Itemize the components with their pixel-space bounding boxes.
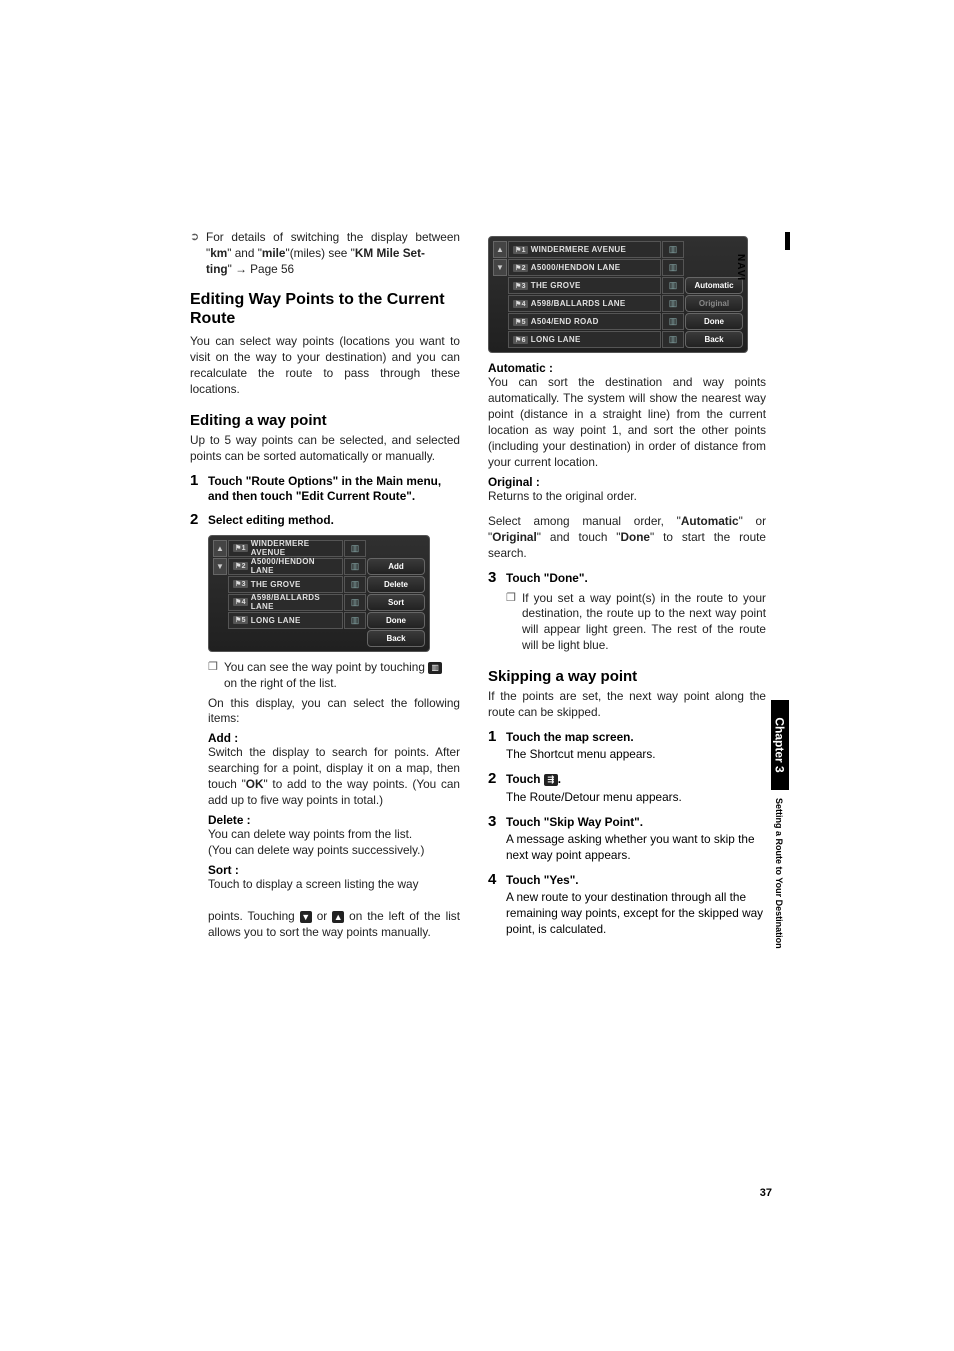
list-item[interactable]: ⚑3THE GROVE bbox=[508, 277, 661, 294]
side-tab-chapter: Chapter 3 bbox=[771, 700, 789, 790]
step-num-3: 3 bbox=[488, 814, 500, 829]
select-order-text: Select among manual order, "Automatic" o… bbox=[488, 514, 766, 562]
step-num-3: 3 bbox=[488, 570, 500, 585]
step-3: 3 Touch "Done". bbox=[488, 570, 766, 586]
sort-button[interactable]: Sort bbox=[367, 594, 425, 611]
list-item[interactable]: ⚑5A504/END ROAD bbox=[508, 313, 661, 330]
skipping-waypoint-body: If the points are set, the next way poin… bbox=[488, 689, 766, 721]
delete-button[interactable]: Delete bbox=[367, 576, 425, 593]
navi-label: NAVI bbox=[735, 254, 746, 304]
list-item[interactable]: ⚑6LONG LANE bbox=[508, 331, 661, 348]
map-icon[interactable]: ▥ bbox=[344, 612, 366, 629]
note-icon: ❐ bbox=[506, 591, 516, 655]
after-device-text: On this display, you can select the foll… bbox=[208, 696, 460, 728]
down-arrow-icon: ▼ bbox=[300, 911, 312, 923]
step-3-note: ❐ If you set a way point(s) in the route… bbox=[506, 591, 766, 655]
note-waypoint-touch: ❐ You can see the way point by touching … bbox=[208, 660, 460, 692]
add-body: Switch the display to search for points.… bbox=[208, 745, 460, 809]
scroll-up-icon[interactable]: ▲ bbox=[493, 241, 507, 258]
scroll-down-icon[interactable]: ▼ bbox=[493, 259, 507, 276]
route-detour-icon: ⇶ bbox=[544, 774, 558, 786]
step-num-2: 2 bbox=[488, 771, 500, 786]
done-button[interactable]: Done bbox=[685, 313, 743, 330]
add-button[interactable]: Add bbox=[367, 558, 425, 575]
editing-waypoints-body: You can select way points (locations you… bbox=[190, 334, 460, 398]
map-icon: ▥ bbox=[428, 662, 442, 674]
skip-step-3: 3 Touch "Skip Way Point". bbox=[488, 814, 766, 830]
skip-step-1-body: The Shortcut menu appears. bbox=[506, 747, 766, 763]
map-icon[interactable]: ▥ bbox=[344, 540, 366, 557]
step-num-4: 4 bbox=[488, 872, 500, 887]
step-num-1: 1 bbox=[190, 473, 202, 488]
chapter-label: Chapter 3 bbox=[773, 717, 787, 772]
page-number: 37 bbox=[760, 1187, 772, 1199]
done-button[interactable]: Done bbox=[367, 612, 425, 629]
skip-step-4: 4 Touch "Yes". bbox=[488, 872, 766, 888]
crossref-bullet: ➲ For details of switching the display b… bbox=[190, 230, 460, 278]
device-screenshot-edit-list: ▲ ⚑1WINDERMERE AVENUE ▥ ▼ ⚑2A5000/HENDON… bbox=[208, 535, 430, 652]
step-num-1: 1 bbox=[488, 729, 500, 744]
map-icon[interactable]: ▥ bbox=[344, 558, 366, 575]
step-2-title: Select editing method. bbox=[208, 513, 334, 528]
delete-label: Delete : bbox=[208, 813, 460, 827]
step-1-title: Touch "Route Options" in the Main menu, … bbox=[208, 474, 460, 505]
list-item[interactable]: ⚑3THE GROVE bbox=[228, 576, 343, 593]
skip-step-3-title: Touch "Skip Way Point". bbox=[506, 815, 643, 830]
list-item[interactable]: ⚑1WINDERMERE AVENUE bbox=[228, 540, 343, 557]
note-icon: ❐ bbox=[208, 660, 218, 692]
bullet-icon: ➲ bbox=[190, 230, 200, 278]
sort-label: Sort : bbox=[208, 863, 460, 877]
device-screenshot-sort-list: ▲ ⚑1WINDERMERE AVENUE ▥ ▼ ⚑2A5000/HENDON… bbox=[488, 236, 748, 353]
back-button[interactable]: Back bbox=[367, 630, 425, 647]
map-icon[interactable]: ▥ bbox=[662, 259, 684, 276]
original-label: Original : bbox=[488, 475, 766, 489]
skip-step-2-title: Touch ⇶. bbox=[506, 772, 561, 787]
list-item[interactable]: ⚑4A598/BALLARDS LANE bbox=[228, 594, 343, 611]
sort-body: Touch to display a screen listing the wa… bbox=[208, 877, 460, 941]
step-1: 1 Touch "Route Options" in the Main menu… bbox=[190, 473, 460, 505]
skip-step-1: 1 Touch the map screen. bbox=[488, 729, 766, 745]
delete-body: You can delete way points from the list.… bbox=[208, 827, 460, 859]
map-icon[interactable]: ▥ bbox=[344, 576, 366, 593]
automatic-label: Automatic : bbox=[488, 361, 766, 375]
step-2: 2 Select editing method. bbox=[190, 512, 460, 528]
back-button[interactable]: Back bbox=[685, 331, 743, 348]
scroll-up-icon[interactable]: ▲ bbox=[213, 540, 227, 557]
list-item[interactable]: ⚑5LONG LANE bbox=[228, 612, 343, 629]
side-subtitle: Setting a Route to Your Destination bbox=[774, 798, 786, 998]
scroll-down-icon[interactable]: ▼ bbox=[213, 558, 227, 575]
step-num-2: 2 bbox=[190, 512, 202, 527]
add-label: Add : bbox=[208, 731, 460, 745]
arrow-icon: → bbox=[235, 262, 247, 276]
map-icon[interactable]: ▥ bbox=[662, 241, 684, 258]
skip-step-4-body: A new route to your destination through … bbox=[506, 890, 766, 938]
list-item[interactable]: ⚑1WINDERMERE AVENUE bbox=[508, 241, 661, 258]
map-icon[interactable]: ▥ bbox=[662, 295, 684, 312]
skip-step-2-body: The Route/Detour menu appears. bbox=[506, 790, 766, 806]
heading-editing-a-waypoint: Editing a way point bbox=[190, 412, 460, 429]
skip-step-1-title: Touch the map screen. bbox=[506, 730, 634, 745]
heading-skipping-waypoint: Skipping a way point bbox=[488, 668, 766, 685]
automatic-body: You can sort the destination and way poi… bbox=[488, 375, 766, 471]
step-3-title: Touch "Done". bbox=[506, 571, 588, 586]
map-icon[interactable]: ▥ bbox=[344, 594, 366, 611]
map-icon[interactable]: ▥ bbox=[662, 331, 684, 348]
side-tab-navi: NAVI bbox=[775, 232, 790, 280]
map-icon[interactable]: ▥ bbox=[662, 313, 684, 330]
list-item[interactable]: ⚑4A598/BALLARDS LANE bbox=[508, 295, 661, 312]
list-item[interactable]: ⚑2A5000/HENDON LANE bbox=[228, 558, 343, 575]
skip-step-2: 2 Touch ⇶. bbox=[488, 771, 766, 787]
heading-editing-waypoints: Editing Way Points to the Current Route bbox=[190, 290, 460, 328]
map-icon[interactable]: ▥ bbox=[662, 277, 684, 294]
editing-a-waypoint-body: Up to 5 way points can be selected, and … bbox=[190, 433, 460, 465]
original-body: Returns to the original order. bbox=[488, 489, 766, 505]
skip-step-3-body: A message asking whether you want to ski… bbox=[506, 832, 766, 864]
up-arrow-icon: ▲ bbox=[332, 911, 344, 923]
list-item[interactable]: ⚑2A5000/HENDON LANE bbox=[508, 259, 661, 276]
crossref-text: For details of switching the display bet… bbox=[206, 230, 460, 278]
skip-step-4-title: Touch "Yes". bbox=[506, 873, 579, 888]
chapter-subtitle: Setting a Route to Your Destination bbox=[774, 798, 784, 949]
